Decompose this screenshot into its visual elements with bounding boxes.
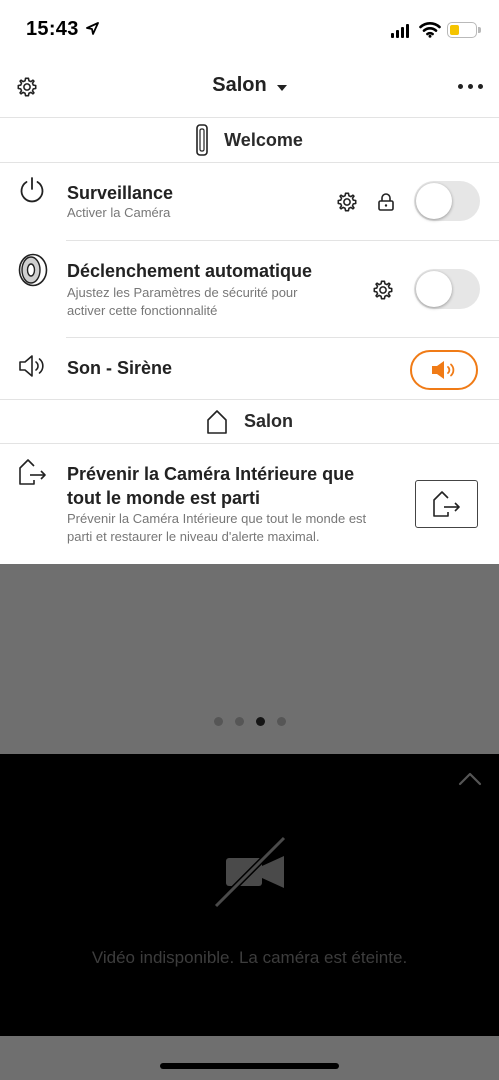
siren-button[interactable] — [410, 350, 478, 390]
cellular-signal-icon — [391, 24, 409, 38]
camera-icon — [196, 124, 208, 156]
surveillance-subtitle: Activer la Caméra — [67, 205, 171, 220]
speaker-icon — [19, 355, 44, 377]
video-panel: Vidéo indisponible. La caméra est éteint… — [0, 754, 499, 1036]
battery-icon — [447, 22, 481, 38]
page-dot — [213, 717, 223, 726]
gear-icon[interactable] — [372, 279, 394, 301]
auto-trigger-subtitle-1: Ajustez les Paramètres de sécurité pour — [67, 285, 298, 300]
app-header: Salon — [0, 58, 499, 118]
auto-trigger-title: Déclenchement automatique — [67, 261, 313, 281]
status-bar: 15:43 — [0, 0, 499, 58]
speaker-on-icon — [432, 361, 455, 379]
video-off-icon — [214, 836, 286, 908]
leave-subtitle-2: parti et restaurer le niveau d'alerte ma… — [67, 529, 320, 544]
page-dot — [276, 717, 286, 726]
leave-home-icon — [432, 491, 460, 517]
power-icon — [20, 177, 44, 203]
backdrop — [0, 564, 499, 754]
home-indicator[interactable] — [160, 1063, 339, 1069]
location-arrow-icon — [86, 22, 99, 35]
leave-home-icon — [19, 459, 46, 485]
leave-title-1: Prévenir la Caméra Intérieure que — [67, 464, 355, 484]
page-dot — [234, 717, 244, 726]
auto-trigger-subtitle-2: activer cette fonctionnalité — [67, 303, 218, 318]
page-indicator[interactable] — [0, 717, 499, 726]
more-icon[interactable] — [458, 84, 483, 89]
lock-icon — [378, 193, 394, 211]
page-dot-active — [255, 717, 265, 726]
siren-row: Son - Sirène — [0, 338, 499, 399]
leave-home-button[interactable] — [415, 480, 478, 528]
camera-section-header: Welcome — [0, 118, 499, 163]
auto-trigger-toggle[interactable] — [414, 269, 480, 309]
leave-title-2: tout le monde est parti — [67, 488, 261, 508]
surveillance-row: Surveillance Activer la Caméra — [0, 163, 499, 241]
bottom-bar — [0, 1036, 499, 1080]
surveillance-toggle[interactable] — [414, 181, 480, 221]
gear-icon[interactable] — [336, 191, 358, 213]
camera-name: Welcome — [224, 129, 303, 150]
wifi-icon — [419, 22, 441, 38]
video-unavailable-message: Vidéo indisponible. La caméra est éteint… — [91, 948, 408, 967]
chevron-up-icon[interactable] — [458, 772, 482, 786]
leave-home-row: Prévenir la Caméra Intérieure que tout l… — [0, 444, 499, 564]
house-icon — [207, 409, 227, 434]
home-selector[interactable]: Salon — [0, 74, 499, 97]
home-section-header: Salon — [0, 399, 499, 444]
auto-trigger-row: Déclenchement automatique Ajustez les Pa… — [0, 241, 499, 338]
leave-subtitle-1: Prévenir la Caméra Intérieure que tout l… — [67, 511, 367, 526]
status-time: 15:43 — [26, 18, 79, 40]
home-section-label: Salon — [243, 411, 293, 431]
home-title: Salon — [212, 74, 267, 96]
chevron-down-icon — [276, 84, 287, 91]
siren-device-icon — [18, 253, 48, 287]
surveillance-title: Surveillance — [67, 183, 174, 203]
siren-title: Son - Sirène — [67, 358, 173, 378]
